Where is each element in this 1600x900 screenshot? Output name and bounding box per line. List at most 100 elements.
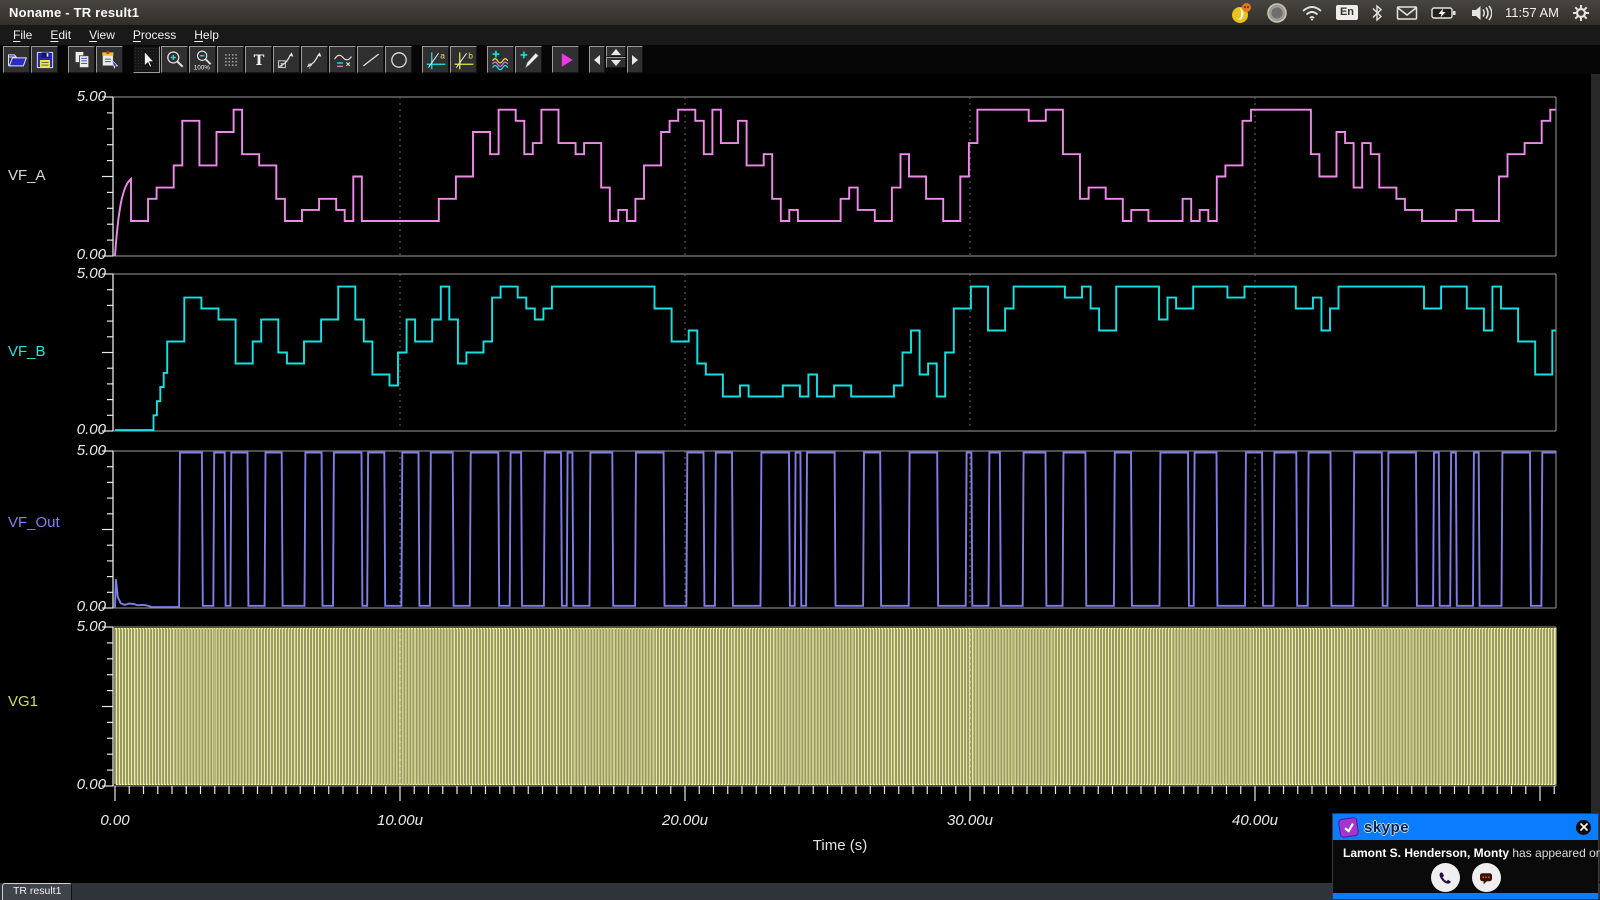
tab-tr-result1[interactable]: TR result1	[2, 883, 72, 900]
circle-tool-button[interactable]	[385, 46, 412, 73]
skype-notification-popup: skype Lamont S. Henderson, Monty has app…	[1332, 813, 1599, 900]
line-tool-button[interactable]	[357, 46, 384, 73]
y-min-label: 0.00	[38, 246, 106, 263]
save-button[interactable]	[31, 46, 58, 73]
status-text: has appeared online	[1509, 846, 1600, 860]
axis-b-button[interactable]: b	[450, 46, 477, 73]
signal-label-vf-b[interactable]: VF_B	[8, 343, 46, 360]
save-icon	[33, 49, 57, 71]
waveform-canvas	[0, 0, 1600, 900]
close-icon[interactable]	[1576, 820, 1591, 835]
query-curve-icon: ?	[303, 49, 327, 71]
clock[interactable]: 11:57 AM	[1505, 5, 1559, 20]
contact-name: Lamont S. Henderson, Monty	[1343, 846, 1509, 860]
zoom-in-button[interactable]	[161, 46, 188, 73]
skype-popup-header[interactable]: skype	[1333, 814, 1598, 840]
window-right-edge	[1591, 74, 1600, 882]
wifi-icon[interactable]	[1301, 4, 1323, 22]
titlebar: Noname - TR result1 En	[0, 0, 1600, 25]
paste-button[interactable]	[96, 46, 123, 73]
pick-point-button[interactable]	[515, 46, 542, 73]
zoom-100-icon: 100%	[191, 49, 215, 71]
nav-up-button[interactable]	[606, 46, 626, 57]
indicator-orb-icon[interactable]	[1266, 2, 1288, 24]
mail-icon[interactable]	[1396, 5, 1418, 21]
copy-button[interactable]	[68, 46, 95, 73]
add-waves-button[interactable]	[487, 46, 514, 73]
svg-text:b: b	[468, 50, 473, 60]
run-icon	[554, 49, 578, 71]
copy-icon	[70, 49, 94, 71]
add-waves-icon	[489, 49, 513, 71]
menu-file[interactable]: File	[4, 26, 41, 44]
y-min-label: 0.00	[38, 776, 106, 793]
chat-button[interactable]	[1472, 863, 1501, 892]
x-tick-label: 0.00	[70, 812, 160, 829]
svg-text:100%: 100%	[193, 64, 210, 71]
label-curve-button[interactable]: T	[273, 46, 300, 73]
phone-icon	[1437, 870, 1453, 886]
y-max-label: 5.00	[38, 618, 106, 635]
zoom-in-icon	[163, 49, 187, 71]
query-curve-button[interactable]: ?	[301, 46, 328, 73]
axis-a-icon: a	[424, 49, 448, 71]
keyboard-layout-badge[interactable]: En	[1336, 5, 1358, 20]
grid-icon	[219, 49, 243, 71]
x-tick-label: 40.00u	[1210, 812, 1300, 829]
open-file-button[interactable]	[3, 46, 30, 73]
circle-icon	[387, 49, 411, 71]
pointer-tool-button[interactable]	[133, 46, 160, 73]
volume-icon[interactable]	[1470, 4, 1492, 22]
menu-process[interactable]: Process	[124, 26, 185, 44]
menu-help[interactable]: Help	[185, 26, 228, 44]
toolbar: 100% T T ?	[0, 45, 1600, 74]
call-button[interactable]	[1431, 863, 1460, 892]
up-arrow-icon	[610, 48, 622, 56]
axis-b-icon: b	[452, 49, 476, 71]
curve-legend-button[interactable]	[329, 46, 356, 73]
nav-down-button[interactable]	[606, 57, 626, 68]
system-tray: En 11:57 AM	[1229, 0, 1590, 25]
zoom-100-button[interactable]: 100%	[189, 46, 216, 73]
battery-icon[interactable]	[1431, 5, 1457, 21]
text-tool-button[interactable]: T	[245, 46, 272, 73]
skype-wordmark: skype	[1364, 819, 1409, 836]
paste-icon	[98, 49, 122, 71]
signal-label-vg1[interactable]: VG1	[8, 693, 38, 710]
label-curve-icon: T	[275, 49, 299, 71]
signal-label-vf-out[interactable]: VF_Out	[8, 514, 60, 531]
curve-legend-icon	[331, 49, 355, 71]
menubar: File Edit View Process Help	[0, 25, 1600, 45]
pointer-icon	[135, 49, 159, 71]
y-max-label: 5.00	[38, 442, 106, 459]
menu-view[interactable]: View	[80, 26, 124, 44]
right-arrow-icon	[629, 49, 641, 71]
skype-popup-footer	[1333, 893, 1598, 899]
x-tick-label: 30.00u	[925, 812, 1015, 829]
nav-left-button[interactable]	[589, 46, 605, 73]
axis-a-button[interactable]: a	[422, 46, 449, 73]
folder-open-icon	[5, 49, 29, 71]
nav-spinner	[606, 46, 626, 73]
svg-text:T: T	[253, 52, 264, 69]
svg-text:a: a	[440, 50, 445, 60]
pick-point-icon	[517, 49, 541, 71]
svg-text:?: ?	[307, 61, 311, 70]
nav-right-button[interactable]	[627, 46, 643, 73]
run-button[interactable]	[552, 46, 579, 73]
left-arrow-icon	[591, 49, 603, 71]
svg-text:T: T	[280, 62, 284, 68]
chat-bubble-icon	[1478, 870, 1494, 886]
x-tick-label: 20.00u	[640, 812, 730, 829]
session-gear-icon[interactable]	[1572, 4, 1590, 22]
x-axis-title: Time (s)	[770, 837, 910, 854]
text-tool-icon: T	[247, 49, 271, 71]
bluetooth-icon[interactable]	[1371, 4, 1383, 22]
grid-button[interactable]	[217, 46, 244, 73]
skype-check-icon	[1338, 816, 1359, 837]
messenger-icon[interactable]	[1229, 1, 1253, 25]
signal-label-vf-a[interactable]: VF_A	[8, 167, 46, 184]
y-min-label: 0.00	[38, 421, 106, 438]
menu-edit[interactable]: Edit	[41, 26, 80, 44]
skype-message: Lamont S. Henderson, Monty has appeared …	[1333, 840, 1598, 860]
